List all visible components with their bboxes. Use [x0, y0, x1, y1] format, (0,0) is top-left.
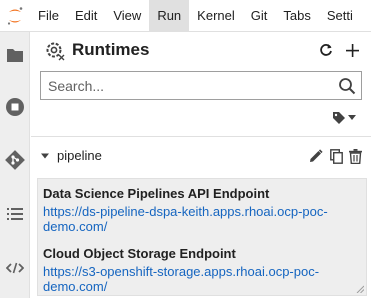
caret-down-icon[interactable] — [40, 151, 50, 161]
menu-file[interactable]: File — [30, 0, 67, 32]
panel-title: Runtimes — [72, 40, 150, 59]
code-snippets-icon[interactable] — [0, 253, 30, 283]
trash-icon[interactable] — [347, 148, 363, 164]
search-box — [40, 71, 362, 100]
refresh-icon[interactable] — [317, 40, 335, 60]
search-icon[interactable] — [338, 77, 356, 95]
cos-endpoint-label: Cloud Object Storage Endpoint — [43, 246, 236, 261]
menu-run[interactable]: Run — [149, 0, 190, 32]
cos-endpoint-link[interactable]: https://s3-openshift-storage.apps.rhoai.… — [43, 264, 361, 294]
resize-handle-icon[interactable] — [356, 285, 364, 293]
folder-icon[interactable] — [0, 40, 30, 70]
duplicate-icon[interactable] — [328, 148, 344, 164]
runtime-name: pipeline — [57, 148, 102, 163]
panel-header: Runtimes — [31, 32, 371, 70]
runtime-item[interactable]: pipeline — [31, 144, 371, 168]
menu-bar: File Edit View Run Kernel Git Tabs Setti — [0, 0, 371, 32]
runtimes-panel: Runtimes pipelin — [31, 32, 371, 298]
search-input[interactable] — [41, 72, 331, 99]
git-icon[interactable] — [0, 145, 30, 175]
left-activity-bar — [0, 32, 30, 298]
menu-view[interactable]: View — [105, 0, 149, 32]
menu-edit[interactable]: Edit — [67, 0, 105, 32]
running-stop-icon[interactable] — [0, 92, 30, 122]
tag-filter-button[interactable] — [332, 110, 356, 126]
edit-icon[interactable] — [308, 148, 324, 164]
menu-kernel[interactable]: Kernel — [189, 0, 243, 32]
api-endpoint-label: Data Science Pipelines API Endpoint — [43, 186, 270, 201]
divider — [31, 136, 371, 137]
chevron-down-icon — [348, 115, 356, 120]
menu-tabs[interactable]: Tabs — [275, 0, 318, 32]
menu-settings[interactable]: Setti — [319, 0, 361, 32]
api-endpoint-link[interactable]: https://ds-pipeline-dspa-keith.apps.rhoa… — [43, 204, 361, 234]
jupyter-logo-icon[interactable] — [0, 0, 30, 32]
table-of-contents-icon[interactable] — [0, 199, 30, 229]
add-runtime-icon[interactable] — [343, 40, 361, 60]
runtime-details: Data Science Pipelines API Endpoint http… — [37, 178, 367, 296]
menu-git[interactable]: Git — [243, 0, 276, 32]
runtimes-gear-icon — [43, 39, 69, 63]
tag-icon — [333, 112, 345, 124]
